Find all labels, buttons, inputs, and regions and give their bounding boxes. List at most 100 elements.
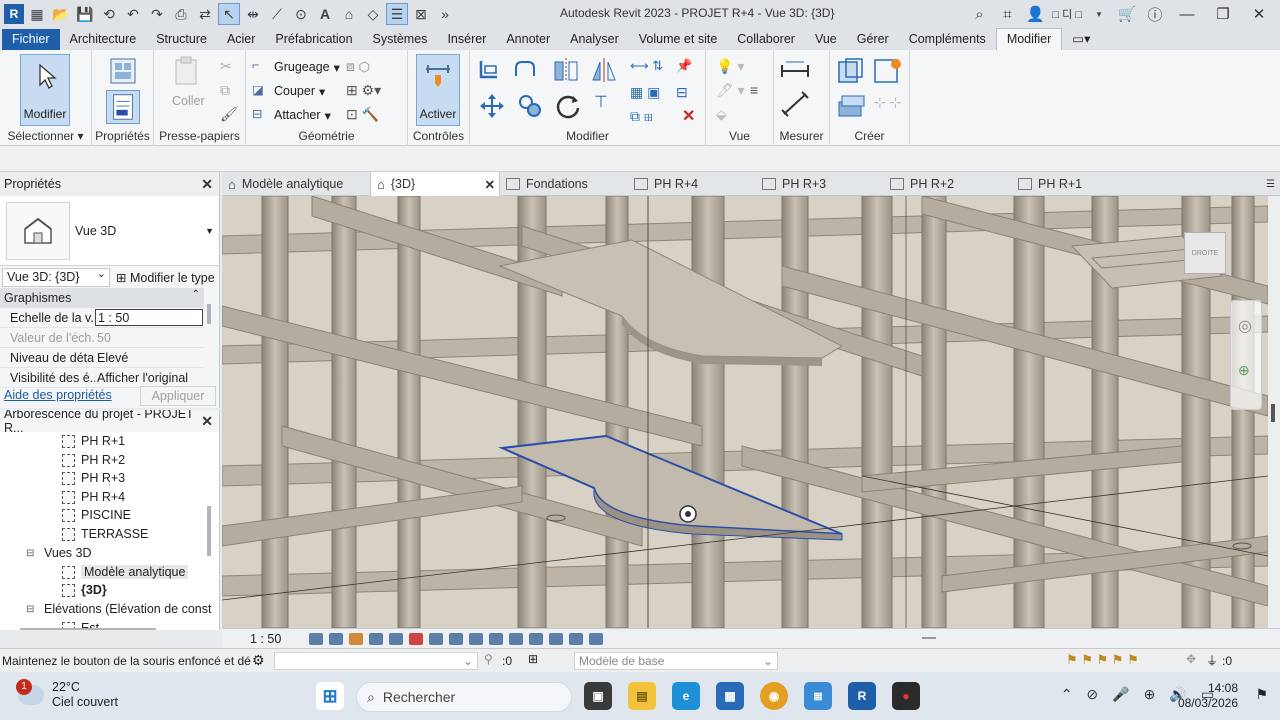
viewcube[interactable]: DROITE xyxy=(1184,232,1226,274)
tab-collaborer[interactable]: Collaborer xyxy=(727,29,805,50)
modify-active-icon[interactable]: ↖ xyxy=(218,3,240,25)
close-icon[interactable]: ✕ xyxy=(1244,5,1274,23)
edit-type-button[interactable]: ⊞ Modifier le type xyxy=(116,270,215,285)
binoculars-icon[interactable]: ⌕ xyxy=(968,3,990,25)
type-properties-icon[interactable] xyxy=(108,56,138,86)
create-parts-icon[interactable] xyxy=(836,90,866,120)
selectionner-dropdown[interactable]: Sélectionner ▾ xyxy=(0,129,91,143)
tab-architecture[interactable]: Architecture xyxy=(60,29,147,50)
tree-item[interactable]: PH R+2 xyxy=(62,453,125,467)
reveal-hidden-icon[interactable] xyxy=(489,632,504,645)
drag-elements-icon[interactable]: ✥ xyxy=(1186,652,1196,666)
tabs-menu-icon[interactable]: ☰ xyxy=(1266,172,1275,196)
workset-select[interactable]: ⌄ xyxy=(274,652,478,670)
task-view-icon[interactable]: ▣ xyxy=(584,682,612,710)
zoom-icon[interactable]: ⊕ xyxy=(1238,362,1250,379)
recorder-icon[interactable]: ● xyxy=(892,682,920,710)
tab-systemes[interactable]: Systèmes xyxy=(363,29,438,50)
open-icon[interactable]: 📂 xyxy=(50,3,72,25)
visibility-value[interactable]: Afficher l'original xyxy=(95,368,203,387)
chrome-icon[interactable]: ◉ xyxy=(760,682,788,710)
shadows-icon[interactable] xyxy=(369,632,384,645)
compare-icon[interactable]: ⇄ xyxy=(194,3,216,25)
tab-fichier[interactable]: Fichier xyxy=(2,29,60,50)
windows-start-icon[interactable]: ⊞ xyxy=(316,682,344,710)
tab-prefabrication[interactable]: Préfabrication xyxy=(265,29,362,50)
tab-gerer[interactable]: Gérer xyxy=(847,29,899,50)
weather-widget[interactable]: 1 22°C Ciel couvert xyxy=(16,679,118,710)
tray-expand-icon[interactable]: ⌃ xyxy=(1061,686,1073,703)
trim-icon[interactable]: ⊤ xyxy=(594,92,608,112)
mirror-draw-icon[interactable] xyxy=(590,56,618,84)
home-icon[interactable]: ▦ xyxy=(26,3,48,25)
array-icon[interactable]: ▦ ▣ xyxy=(630,84,660,101)
tab-modifier[interactable]: Modifier xyxy=(995,28,1063,50)
detail-level-icon[interactable] xyxy=(309,632,324,645)
view-tab-rplus3[interactable]: PH R+3 xyxy=(762,172,826,196)
tab-annoter[interactable]: Annoter xyxy=(496,29,560,50)
section-icon[interactable]: ◇ xyxy=(362,3,384,25)
view-tab-rplus1[interactable]: PH R+1 xyxy=(1018,172,1082,196)
tree-item-analytical[interactable]: Modèle analytique xyxy=(62,565,189,579)
match-props-icon[interactable]: 🖌 xyxy=(220,106,238,123)
tab-complements[interactable]: Compléments xyxy=(899,29,996,50)
print-icon[interactable]: ⎙ xyxy=(170,3,192,25)
wall-join-icon[interactable]: ⧈ ⬡ xyxy=(346,58,370,75)
close-browser-icon[interactable]: ✕ xyxy=(201,413,213,430)
close-properties-icon[interactable]: ✕ xyxy=(201,176,213,193)
tree-group-3d[interactable]: ⊟ Vues 3D xyxy=(26,546,91,560)
help-icon[interactable]: ⓘ xyxy=(1144,3,1166,25)
tree-item[interactable]: TERRASSE xyxy=(62,527,148,541)
undo-icon[interactable]: ↶ xyxy=(122,3,144,25)
tree-item-3d[interactable]: {3D} xyxy=(62,583,107,597)
lock-view-icon[interactable] xyxy=(449,632,464,645)
worksets-icon[interactable]: ⚙ xyxy=(252,652,265,669)
tab-structure[interactable]: Structure xyxy=(146,29,217,50)
unpin-icon[interactable]: ⊟ xyxy=(676,84,688,101)
type-selector[interactable]: Vue 3D ▼ xyxy=(0,196,218,266)
browser-hscrollbar[interactable] xyxy=(20,628,156,630)
viewport-scrollbar[interactable] xyxy=(1268,196,1280,628)
scale-value-input[interactable]: 1 : 50 xyxy=(95,309,203,326)
microphone-icon[interactable]: 🎤 xyxy=(1112,686,1129,703)
revit-logo[interactable]: R xyxy=(4,4,24,24)
copy-element-icon[interactable] xyxy=(516,92,544,120)
analytical-model-icon[interactable] xyxy=(549,632,564,645)
mirror-axis-icon[interactable] xyxy=(552,56,580,84)
user-icon[interactable]: 👤 xyxy=(1024,3,1046,25)
hide-isolate-icon[interactable] xyxy=(469,632,484,645)
reveal-constraints-icon[interactable] xyxy=(589,632,604,645)
collapse-toggle-icon[interactable]: ⊟ xyxy=(26,604,38,615)
linework-icon[interactable]: ≡ xyxy=(750,82,758,98)
clock[interactable]: 14:08 08/03/2026 xyxy=(1178,681,1238,711)
cart-icon[interactable]: 🛒 xyxy=(1116,3,1138,25)
visual-style-icon[interactable] xyxy=(329,632,344,645)
align-icon[interactable]: ⇹ xyxy=(242,3,264,25)
steering-wheel-icon[interactable]: ◎ xyxy=(1238,316,1252,336)
temp-props-icon[interactable] xyxy=(509,632,524,645)
grugeage-button[interactable]: ⌐ Grugeage ▾ xyxy=(252,58,340,76)
select-links-icon[interactable]: ⚑ ⚑ ⚑ ⚑ ⚑ xyxy=(1066,652,1139,668)
crop-icon[interactable] xyxy=(409,632,424,645)
user-name[interactable]: □ 디 □ xyxy=(1052,6,1082,22)
delete-icon[interactable]: ✕ xyxy=(682,106,695,126)
more-icon[interactable]: » xyxy=(434,3,456,25)
detail-level-value[interactable]: Elevé xyxy=(95,348,203,367)
show-crop-icon[interactable] xyxy=(429,632,444,645)
view-instance-select[interactable]: Vue 3D: {3D} xyxy=(2,267,110,287)
view-tab-rplus4[interactable]: PH R+4 xyxy=(634,172,698,196)
worksharing-icon[interactable] xyxy=(529,632,544,645)
network-off-icon[interactable]: ⊘ xyxy=(1086,686,1098,703)
dropdown-icon[interactable]: ▾ xyxy=(1088,3,1110,25)
collapse-icon[interactable]: ⌃ xyxy=(192,289,200,300)
design-option-select[interactable]: Modèle de base ⌄ xyxy=(574,652,778,670)
tree-item[interactable]: PH R+4 xyxy=(62,490,125,504)
view-tab-analytical[interactable]: ⌂ Modèle analytique xyxy=(228,172,343,196)
browser-vscrollbar[interactable] xyxy=(207,506,211,556)
3d-view-icon[interactable]: ⌂ xyxy=(338,3,360,25)
tree-item[interactable]: PH R+1 xyxy=(62,434,125,448)
3d-viewport[interactable]: DROITE ◎ ⊕ xyxy=(222,196,1268,628)
create-group-icon[interactable] xyxy=(836,56,866,86)
properties-help-link[interactable]: Aide des propriétés xyxy=(4,388,112,402)
activer-button[interactable]: Activer xyxy=(416,54,460,126)
